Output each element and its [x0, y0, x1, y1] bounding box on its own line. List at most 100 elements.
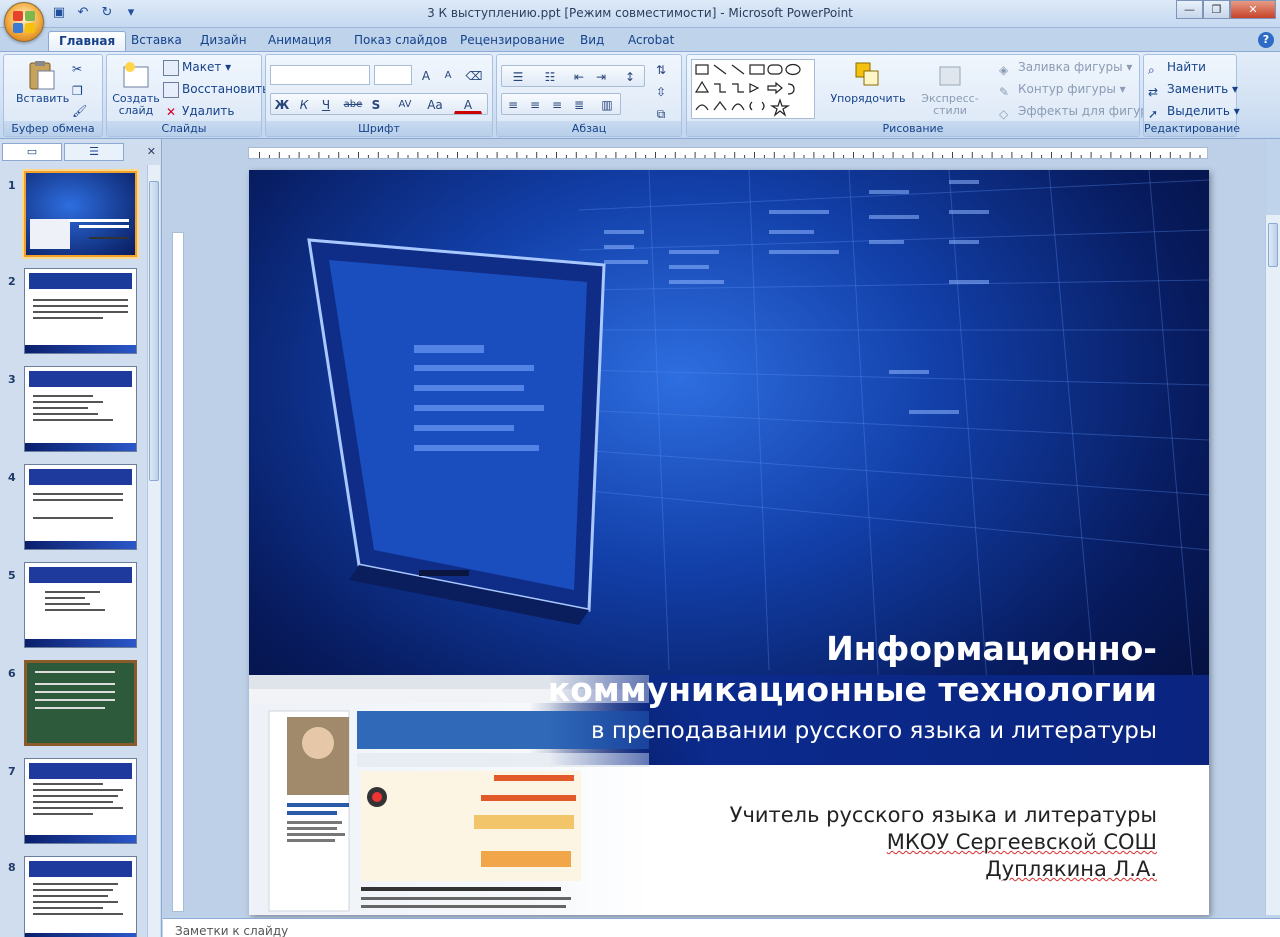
- tab-design[interactable]: Дизайн: [190, 31, 257, 51]
- replace-button[interactable]: ⇄ Заменить ▾: [1148, 79, 1238, 99]
- effects-icon: ◇: [999, 106, 1009, 121]
- text-direction-icon[interactable]: ⇅: [651, 59, 671, 79]
- strikethrough-button[interactable]: abe: [340, 94, 366, 114]
- reset-button[interactable]: Восстановить: [163, 79, 269, 99]
- font-color-button[interactable]: A: [454, 94, 482, 114]
- ruler-tick: [1179, 155, 1181, 158]
- bold-button[interactable]: Ж: [272, 94, 292, 114]
- format-painter-icon[interactable]: 🖌: [72, 101, 87, 121]
- align-left-icon[interactable]: ≡: [503, 94, 523, 114]
- ruler-tick: [486, 155, 488, 158]
- author-block[interactable]: Учитель русского языка и литературы МКОУ…: [557, 802, 1157, 883]
- ruler-tick: [367, 155, 369, 158]
- ruler-tick: [259, 152, 260, 158]
- ruler-tick: [655, 152, 656, 158]
- ruler-tick: [1070, 152, 1072, 158]
- italic-button[interactable]: К: [294, 94, 314, 114]
- layout-button[interactable]: Макет ▾: [163, 57, 231, 77]
- tab-slideshow[interactable]: Показ слайдов: [344, 31, 457, 51]
- tab-acrobat[interactable]: Acrobat: [618, 31, 684, 51]
- shapes-gallery[interactable]: [691, 59, 815, 119]
- notes-pane[interactable]: Заметки к слайду: [163, 918, 1280, 937]
- tab-animation[interactable]: Анимация: [258, 31, 341, 51]
- slide-title[interactable]: Информационно- коммуникационные технолог…: [517, 628, 1157, 710]
- shape-effects-button[interactable]: ◇Эффекты для фигур ▾: [999, 101, 1158, 121]
- align-right-icon[interactable]: ≡: [547, 94, 567, 114]
- slide-thumbnail[interactable]: [24, 366, 137, 452]
- clear-format-icon[interactable]: ⌫: [464, 65, 484, 85]
- cut-icon[interactable]: ✂: [72, 59, 82, 79]
- help-icon[interactable]: ?: [1258, 32, 1274, 48]
- shape-fill-button[interactable]: ◈ Заливка фигуры ▾: [999, 57, 1132, 77]
- ruler-tick: [744, 155, 746, 158]
- grow-font-button[interactable]: A: [416, 65, 436, 85]
- close-button[interactable]: ✕: [1230, 0, 1276, 19]
- slide-number: 8: [8, 861, 16, 874]
- slide-thumbnail[interactable]: [24, 464, 137, 550]
- align-center-icon[interactable]: ≡: [525, 94, 545, 114]
- slide-thumbnail[interactable]: [24, 856, 137, 937]
- outline-tab-icon[interactable]: ☰: [64, 143, 124, 161]
- slides-pane-scrollbar[interactable]: [147, 165, 160, 937]
- slide-canvas[interactable]: Информационно- коммуникационные технолог…: [249, 170, 1209, 915]
- numbering-icon[interactable]: ☷: [535, 66, 565, 86]
- minimize-button[interactable]: —: [1176, 0, 1203, 19]
- ruler-tick: [664, 155, 666, 158]
- ruler-tick: [1051, 152, 1052, 158]
- ruler-tick: [833, 152, 835, 158]
- line-spacing-icon[interactable]: ↕: [617, 66, 643, 86]
- shrink-font-button[interactable]: A: [438, 65, 458, 85]
- vertical-ruler: [172, 232, 184, 912]
- new-slide-button[interactable]: Создать слайд: [111, 59, 161, 117]
- change-case-button[interactable]: Aa: [422, 94, 448, 114]
- slide-subtitle[interactable]: в преподавании русского языка и литерату…: [457, 718, 1157, 744]
- drawing-label: Рисование: [687, 121, 1139, 136]
- char-spacing-button[interactable]: AV: [390, 94, 420, 114]
- justify-icon[interactable]: ≣: [569, 94, 589, 114]
- decrease-indent-icon[interactable]: ⇤: [569, 66, 589, 86]
- slide-thumbnail[interactable]: [24, 660, 137, 746]
- tab-home[interactable]: Главная: [48, 31, 127, 51]
- slide-thumbnail[interactable]: [24, 758, 137, 844]
- shadow-button[interactable]: S: [366, 94, 386, 114]
- slide-thumbnail[interactable]: [24, 268, 137, 354]
- arrange-button[interactable]: Упорядочить: [829, 59, 907, 105]
- smartart-icon[interactable]: ⧉: [651, 103, 671, 123]
- delete-slide-button[interactable]: ✕ Удалить: [163, 101, 235, 121]
- slides-tab-icon[interactable]: ▭: [2, 143, 62, 161]
- quick-styles-button[interactable]: Экспресс-стили: [907, 59, 993, 117]
- font-size-combo[interactable]: [374, 65, 412, 85]
- bullets-icon[interactable]: ☰: [503, 66, 533, 86]
- columns-icon[interactable]: ▥: [595, 94, 619, 114]
- tab-review[interactable]: Рецензирование: [450, 31, 575, 51]
- ruler-tick: [902, 155, 904, 158]
- shape-outline-button[interactable]: ✎ Контур фигуры ▾: [999, 79, 1126, 99]
- slide-thumbnail[interactable]: [24, 171, 137, 257]
- ruler-tick: [605, 155, 607, 158]
- align-text-icon[interactable]: ⇳: [651, 81, 671, 101]
- drawing-group: Упорядочить Экспресс-стили ◈ Заливка фигу…: [686, 54, 1158, 137]
- increase-indent-icon[interactable]: ⇥: [591, 66, 611, 86]
- ruler-tick: [516, 152, 518, 158]
- close-pane-icon[interactable]: ✕: [147, 145, 156, 158]
- slide-thumbnail[interactable]: [24, 562, 137, 648]
- find-button[interactable]: ⌕ Найти: [1148, 57, 1206, 77]
- select-button[interactable]: ➚ Выделить ▾: [1148, 101, 1240, 121]
- ruler-tick: [793, 152, 795, 158]
- delete-icon: ✕: [165, 104, 177, 119]
- underline-button[interactable]: Ч: [316, 94, 336, 114]
- copy-icon[interactable]: ❐: [72, 81, 83, 101]
- slide-scrollbar[interactable]: [1265, 215, 1280, 915]
- tab-view[interactable]: Вид: [570, 31, 614, 51]
- slide-title-line-2: коммуникационные технологии: [547, 670, 1157, 709]
- ruler-tick: [971, 152, 973, 158]
- font-family-combo[interactable]: [270, 65, 370, 85]
- tab-insert[interactable]: Вставка: [121, 31, 192, 51]
- ruler-tick: [595, 152, 597, 158]
- clipboard-label: Буфер обмена: [4, 121, 102, 136]
- paste-button[interactable]: Вставить: [16, 59, 69, 105]
- ruler-tick: [447, 155, 449, 158]
- clipboard-group: Вставить ✂ ❐ 🖌 Буфер обмена: [3, 54, 103, 137]
- office-button[interactable]: [4, 2, 44, 42]
- maximize-button[interactable]: ❐: [1203, 0, 1230, 19]
